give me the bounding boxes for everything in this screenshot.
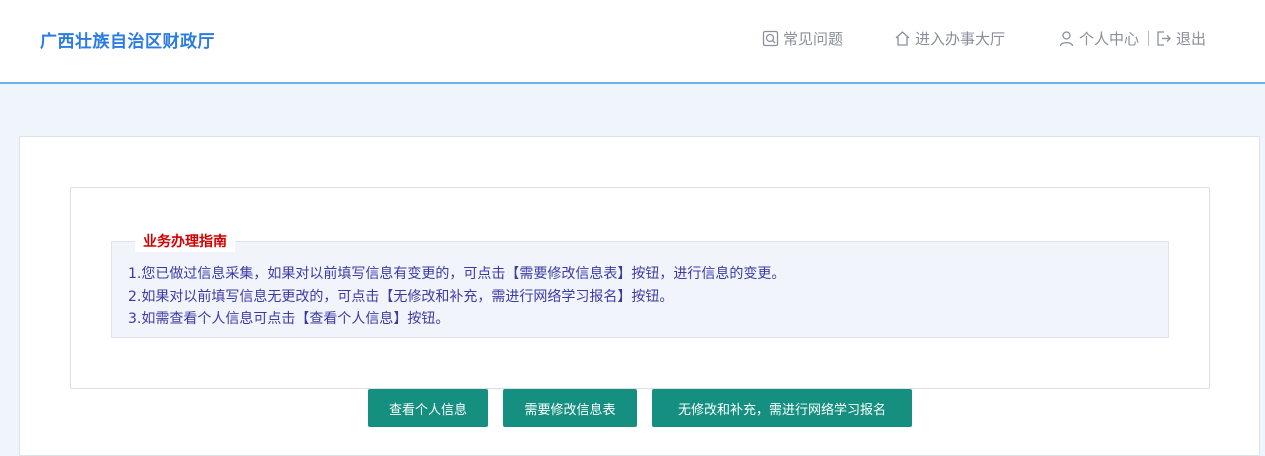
nav-service-hall-label: 进入办事大厅: [915, 30, 1006, 48]
user-icon: [1059, 31, 1074, 47]
nav-faq[interactable]: 常见问题: [762, 28, 843, 49]
search-doc-icon: [762, 30, 779, 47]
view-personal-info-button[interactable]: 查看个人信息: [368, 389, 488, 427]
guide-line-1: 1.您已做过信息采集，如果对以前填写信息有变更的，可点击【需要修改信息表】按钮，…: [128, 266, 786, 282]
nav-personal-center[interactable]: 个人中心: [1058, 28, 1139, 49]
nav-personal-center-label: 个人中心: [1079, 30, 1140, 48]
home-icon: [895, 31, 910, 46]
site-title: 广西壮族自治区财政厅: [40, 32, 215, 52]
nav-logout[interactable]: 退出: [1155, 28, 1206, 49]
top-header: 广西壮族自治区财政厅 常见问题 进入办事大厅 个人中心 退出: [0, 0, 1265, 84]
nav-divider: [1148, 31, 1149, 46]
no-change-register-button[interactable]: 无修改和补充，需进行网络学习报名: [652, 389, 912, 427]
nav-service-hall[interactable]: 进入办事大厅: [894, 28, 1005, 49]
nav-logout-label: 退出: [1176, 30, 1207, 48]
logout-icon: [1157, 31, 1171, 46]
nav-faq-label: 常见问题: [783, 30, 844, 48]
modify-info-button[interactable]: 需要修改信息表: [503, 389, 637, 427]
guide-line-3: 3.如需查看个人信息可点击【查看个人信息】按钮。: [128, 311, 450, 327]
guide-line-2: 2.如果对以前填写信息无更改的，可点击【无修改和补充，需进行网络学习报名】按钮。: [128, 289, 674, 305]
guide-title: 业务办理指南: [135, 232, 235, 252]
